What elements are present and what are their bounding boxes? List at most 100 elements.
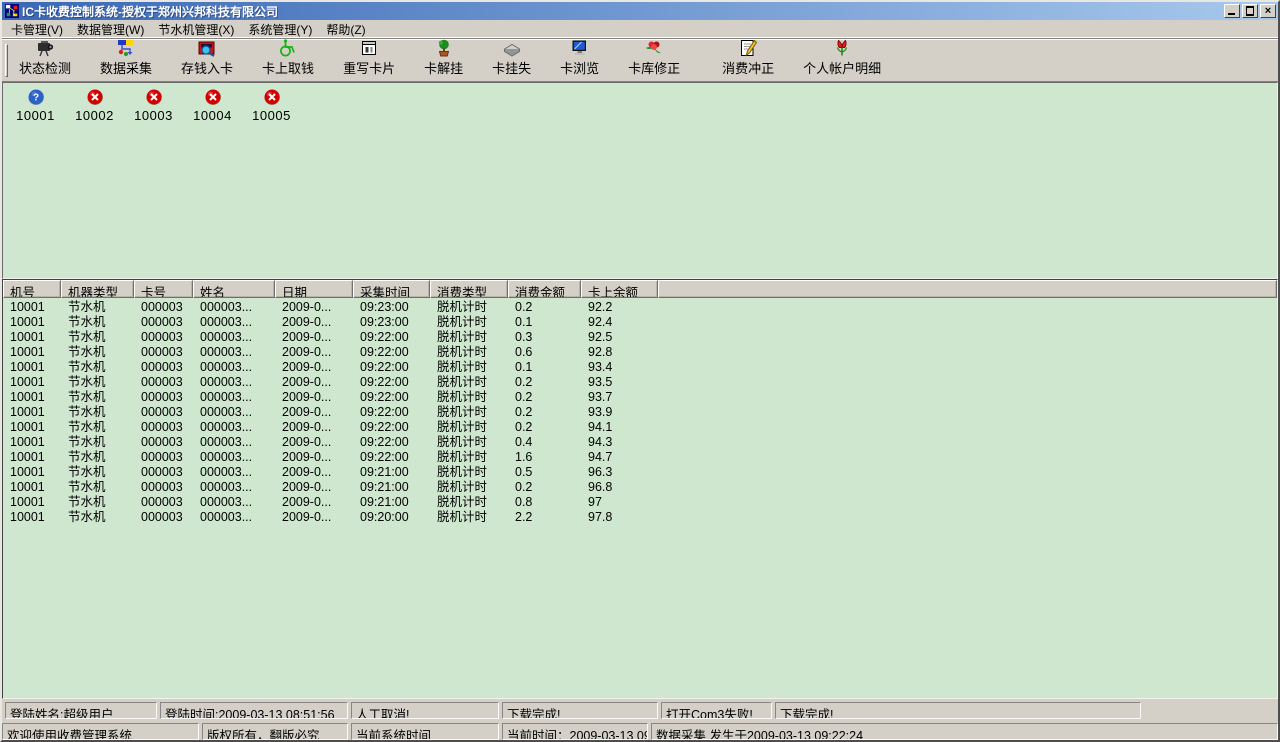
cell-机号: 10001 (3, 405, 61, 420)
device-item-10003[interactable]: 10003 (131, 89, 176, 123)
device-id: 10002 (75, 108, 114, 123)
cell-日期: 2009-0... (275, 495, 353, 510)
table-row[interactable]: 10001节水机000003000003...2009-0...09:22:00… (3, 390, 1277, 405)
records-table: 机号机器类型卡号姓名日期采集时间消费类型消费金额卡上余额 10001节水机000… (2, 279, 1278, 699)
toolbar-spacer (702, 41, 715, 80)
cell-消费类型: 脱机计时 (430, 405, 508, 420)
cell-机号: 10001 (3, 510, 61, 525)
cell-采集时间: 09:22:00 (353, 330, 430, 345)
table-row[interactable]: 10001节水机000003000003...2009-0...09:22:00… (3, 435, 1277, 450)
status-top-panel-2: 登陆时间:2009-03-13 08:51:56 (160, 702, 348, 719)
table-row[interactable]: 10001节水机000003000003...2009-0...09:21:00… (3, 480, 1277, 495)
table-row[interactable]: 10001节水机000003000003...2009-0...09:22:00… (3, 450, 1277, 465)
device-status-panel: ?10001 10002 10003 10004 10005 (2, 82, 1278, 279)
cell-采集时间: 09:22:00 (353, 435, 430, 450)
close-button[interactable]: × (1260, 4, 1276, 18)
toolbar-button-label: 卡浏览 (560, 58, 599, 77)
error-circle-icon (205, 89, 221, 105)
cell-机器类型: 节水机 (61, 420, 134, 435)
menu-item-1[interactable]: 卡管理(V) (4, 19, 70, 40)
column-header-9[interactable]: 卡上余额 (581, 280, 658, 298)
menu-item-5[interactable]: 帮助(Z) (319, 19, 372, 40)
toolbar-button-label: 消费冲正 (722, 58, 774, 77)
question-circle-icon: ? (28, 89, 44, 105)
cell-卡号: 000003 (134, 375, 193, 390)
cell-消费类型: 脱机计时 (430, 450, 508, 465)
minimize-button[interactable] (1224, 4, 1240, 18)
cell-消费金额: 0.4 (508, 435, 581, 450)
cell-姓名: 000003... (193, 315, 275, 330)
toolbar-button-10[interactable]: 消费冲正 (715, 41, 781, 80)
column-header-8[interactable]: 消费金额 (508, 280, 581, 298)
toolbar-button-9[interactable]: 卡库修正 (621, 41, 687, 80)
column-header-4[interactable]: 姓名 (193, 280, 275, 298)
device-item-10004[interactable]: 10004 (190, 89, 235, 123)
window-title: IC卡收费控制系统-授权于郑州兴邦科技有限公司 (22, 3, 1224, 20)
cell-卡号: 000003 (134, 435, 193, 450)
table-row[interactable]: 10001节水机000003000003...2009-0...09:22:00… (3, 420, 1277, 435)
cell-消费类型: 脱机计时 (430, 360, 508, 375)
table-row[interactable]: 10001节水机000003000003...2009-0...09:20:00… (3, 510, 1277, 525)
toolbar-button-3[interactable]: 存钱入卡 (174, 41, 240, 80)
cell-日期: 2009-0... (275, 330, 353, 345)
table-row[interactable]: 10001节水机000003000003...2009-0...09:21:00… (3, 495, 1277, 510)
menu-item-4[interactable]: 系统管理(Y) (241, 19, 319, 40)
cell-机号: 10001 (3, 435, 61, 450)
column-header-1[interactable]: 机号 (3, 280, 61, 298)
table-row[interactable]: 10001节水机000003000003...2009-0...09:22:00… (3, 360, 1277, 375)
cell-姓名: 000003... (193, 510, 275, 525)
cell-卡上余额: 97.8 (581, 510, 658, 525)
table-row[interactable]: 10001节水机000003000003...2009-0...09:23:00… (3, 315, 1277, 330)
toolbar-button-5[interactable]: 重写卡片 (336, 41, 402, 80)
cell-姓名: 000003... (193, 360, 275, 375)
cell-机器类型: 节水机 (61, 510, 134, 525)
cell-采集时间: 09:23:00 (353, 315, 430, 330)
table-row[interactable]: 10001节水机000003000003...2009-0...09:22:00… (3, 405, 1277, 420)
table-row[interactable]: 10001节水机000003000003...2009-0...09:22:00… (3, 375, 1277, 390)
menu-item-2[interactable]: 数据管理(W) (70, 19, 151, 40)
cell-消费类型: 脱机计时 (430, 315, 508, 330)
cell-卡号: 000003 (134, 405, 193, 420)
column-header-7[interactable]: 消费类型 (430, 280, 508, 298)
cell-日期: 2009-0... (275, 420, 353, 435)
device-item-10002[interactable]: 10002 (72, 89, 117, 123)
toolbar-grip[interactable] (5, 44, 8, 77)
restore-button[interactable] (1242, 4, 1258, 18)
toolbar-button-6[interactable]: 卡解挂 (417, 41, 470, 80)
cell-姓名: 000003... (193, 405, 275, 420)
table-row[interactable]: 10001节水机000003000003...2009-0...09:23:00… (3, 300, 1277, 315)
toolbar-button-label: 重写卡片 (343, 58, 395, 77)
cell-姓名: 000003... (193, 480, 275, 495)
toolbar-button-1[interactable]: 状态检测 (12, 41, 78, 80)
error-circle-icon (87, 89, 103, 105)
device-item-10001[interactable]: ?10001 (13, 89, 58, 123)
menu-bar: 卡管理(V)数据管理(W)节水机管理(X)系统管理(Y)帮助(Z) (2, 20, 1278, 39)
column-header-5[interactable]: 日期 (275, 280, 353, 298)
cell-采集时间: 09:23:00 (353, 300, 430, 315)
table-row[interactable]: 10001节水机000003000003...2009-0...09:21:00… (3, 465, 1277, 480)
cell-消费金额: 1.6 (508, 450, 581, 465)
toolbar-button-2[interactable]: 数据采集 (93, 41, 159, 80)
column-header-3[interactable]: 卡号 (134, 280, 193, 298)
device-item-10005[interactable]: 10005 (249, 89, 294, 123)
status-top-panel-5: 打开Com3失败! (661, 702, 772, 719)
toolbar-button-7[interactable]: 卡挂失 (485, 41, 538, 80)
cell-机器类型: 节水机 (61, 435, 134, 450)
cell-卡上余额: 92.5 (581, 330, 658, 345)
toolbar-button-11[interactable]: 个人帐户明细 (796, 41, 888, 80)
menu-item-3[interactable]: 节水机管理(X) (151, 19, 241, 40)
close-icon: × (1265, 6, 1271, 17)
toolbar-button-label: 卡库修正 (628, 58, 680, 77)
cell-日期: 2009-0... (275, 480, 353, 495)
table-row[interactable]: 10001节水机000003000003...2009-0...09:22:00… (3, 345, 1277, 360)
column-header-2[interactable]: 机器类型 (61, 280, 134, 298)
table-row[interactable]: 10001节水机000003000003...2009-0...09:22:00… (3, 330, 1277, 345)
toolbar-button-4[interactable]: 卡上取钱 (255, 41, 321, 80)
toolbar-button-8[interactable]: 卡浏览 (553, 41, 606, 80)
column-header-6[interactable]: 采集时间 (353, 280, 430, 298)
toolbar-button-label: 卡上取钱 (262, 58, 314, 77)
toolbar: 状态检测数据采集存钱入卡 卡上取钱 重写卡片 卡解挂卡挂失 卡浏览 卡库修正 消费冲正 个人帐… (2, 39, 1278, 82)
cell-消费金额: 0.6 (508, 345, 581, 360)
cell-卡上余额: 92.8 (581, 345, 658, 360)
cell-卡号: 000003 (134, 510, 193, 525)
